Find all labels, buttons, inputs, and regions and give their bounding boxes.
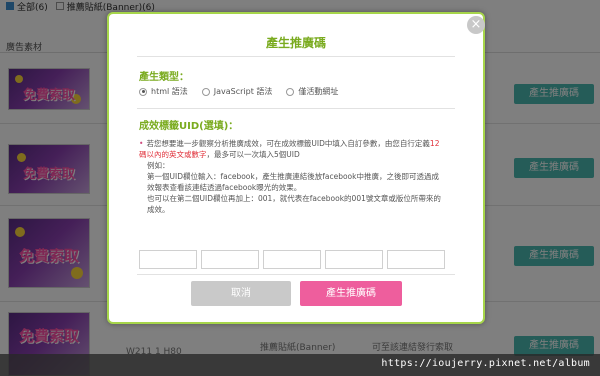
type-option-url-only[interactable]: 僅活動網址 xyxy=(286,86,338,97)
example-text: 第一個UID欄位輸入：facebook，產生推廣連結後放facebook中推廣，… xyxy=(147,172,439,192)
radio-icon[interactable] xyxy=(286,87,295,96)
divider xyxy=(137,274,455,275)
generate-button[interactable]: 產生推廣碼 xyxy=(300,281,402,306)
divider xyxy=(137,108,455,109)
bullet-icon: • xyxy=(139,139,144,148)
uid-section-label: 成效標籤UID(選填)： xyxy=(139,121,239,132)
uid-input-1[interactable] xyxy=(139,250,197,269)
description-text: ，最多可以一次填入5個UID xyxy=(206,150,300,159)
type-option-label: 僅活動網址 xyxy=(298,87,339,96)
description-text: 若您想要進一步觀察分析推廣成效，可在成效標籤UID中填入自訂參數，由您自行定義 xyxy=(146,139,430,148)
watermark-bar: https://ioujerry.pixnet.net/album xyxy=(0,354,600,376)
divider xyxy=(137,56,455,57)
type-section-label: 產生類型： xyxy=(139,72,189,83)
example-text: 也可以在第二個UID欄位再加上：001，就代表在facebook的001號文章或… xyxy=(147,194,441,214)
uid-input-4[interactable] xyxy=(325,250,383,269)
type-option-label: html 語法 xyxy=(151,87,188,96)
generate-code-modal: × 產生推廣碼 產生類型： html 語法 JavaScript 語法 僅活動網… xyxy=(107,12,485,324)
type-radio-group: html 語法 JavaScript 語法 僅活動網址 xyxy=(139,86,338,97)
type-option-html[interactable]: html 語法 xyxy=(139,86,188,97)
example-heading: 例如： xyxy=(147,161,170,170)
watermark-text: https://ioujerry.pixnet.net/album xyxy=(381,358,590,369)
uid-input-row xyxy=(139,250,445,269)
uid-input-5[interactable] xyxy=(387,250,445,269)
modal-title: 產生推廣碼 xyxy=(265,36,326,50)
close-icon[interactable]: × xyxy=(467,16,485,34)
type-option-javascript[interactable]: JavaScript 語法 xyxy=(201,86,273,97)
uid-description: • 若您想要進一步觀察分析推廣成效，可在成效標籤UID中填入自訂參數，由您自行定義… xyxy=(139,138,445,215)
uid-input-3[interactable] xyxy=(263,250,321,269)
uid-input-2[interactable] xyxy=(201,250,259,269)
type-option-label: JavaScript 語法 xyxy=(213,87,273,96)
radio-checked-icon[interactable] xyxy=(139,87,147,96)
cancel-button[interactable]: 取消 xyxy=(191,281,291,306)
description-paragraph: • 若您想要進一步觀察分析推廣成效，可在成效標籤UID中填入自訂參數，由您自行定義… xyxy=(139,138,445,160)
radio-icon[interactable] xyxy=(201,87,210,96)
